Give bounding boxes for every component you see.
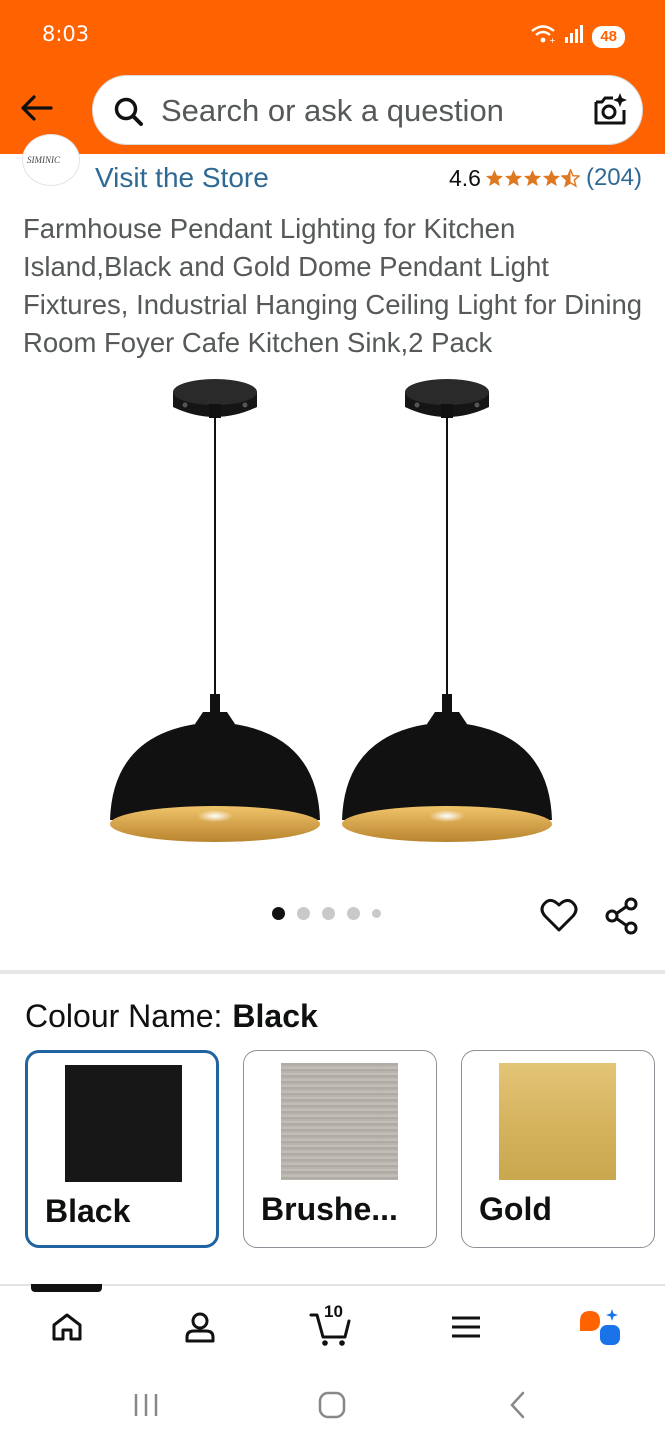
search-bar[interactable]: Search or ask a question <box>92 75 643 145</box>
wishlist-heart-icon[interactable] <box>540 897 578 938</box>
store-logo[interactable]: SIMINIC <box>22 134 80 186</box>
top-bar: Search or ask a question <box>0 70 665 154</box>
menu-icon[interactable] <box>441 1304 491 1350</box>
colour-option-black[interactable]: Black <box>25 1050 219 1248</box>
cart-count-badge: 10 <box>324 1302 343 1321</box>
swatch-image <box>65 1065 182 1182</box>
colour-option-gold[interactable]: Gold <box>461 1050 655 1248</box>
star-rating <box>485 168 580 188</box>
back-button[interactable] <box>16 88 56 128</box>
svg-text:+: + <box>549 36 556 44</box>
star-icon <box>504 169 523 186</box>
wifi-icon: + <box>530 24 556 49</box>
half-star-icon <box>560 168 580 188</box>
colour-option-brushed[interactable]: Brushe... <box>243 1050 437 1248</box>
search-input[interactable]: Search or ask a question <box>161 93 504 129</box>
carousel-dot[interactable] <box>272 907 285 920</box>
rufus-icon[interactable] <box>574 1304 624 1350</box>
visit-store-link[interactable]: Visit the Store <box>95 162 269 194</box>
section-divider <box>0 970 665 974</box>
colour-selected-value: Black <box>232 998 318 1034</box>
recent-apps-icon[interactable] <box>126 1388 166 1422</box>
colour-label: Colour Name: Black <box>25 998 318 1035</box>
store-logo-text: SIMINIC <box>27 155 60 165</box>
colour-label-text: Colour Name: <box>25 998 223 1034</box>
status-icons: + 48 <box>530 24 625 49</box>
swatch-label: Brushe... <box>261 1191 398 1227</box>
home-icon[interactable] <box>42 1304 92 1350</box>
arrow-left-icon <box>21 95 53 121</box>
pendant-light-left <box>110 379 320 842</box>
carousel-dot[interactable] <box>322 907 335 920</box>
swatch-label: Black <box>45 1193 131 1229</box>
star-icon <box>542 169 561 186</box>
home-button-icon[interactable] <box>312 1388 352 1422</box>
bottom-nav: 10 <box>0 1290 665 1360</box>
carousel-dot[interactable] <box>347 907 360 920</box>
rating-count[interactable]: (204) <box>586 164 642 192</box>
product-title: Farmhouse Pendant Lighting for Kitchen I… <box>23 213 643 358</box>
rating-summary[interactable]: 4.6 (204) <box>449 164 642 192</box>
signal-icon <box>564 25 584 48</box>
image-carousel-dots[interactable] <box>272 907 381 920</box>
swatch-image <box>499 1063 616 1180</box>
camera-sparkle-icon[interactable] <box>592 92 628 133</box>
carousel-dot[interactable] <box>372 909 381 918</box>
pendant-light-right <box>342 379 552 842</box>
search-icon <box>113 96 145 133</box>
star-icon <box>523 169 542 186</box>
status-time: 8:03 <box>42 22 90 46</box>
product-image[interactable] <box>85 372 580 852</box>
cart-icon[interactable]: 10 <box>306 1302 356 1350</box>
battery-icon: 48 <box>592 25 625 48</box>
swatch-label: Gold <box>479 1191 552 1227</box>
status-bar: 8:03 + 48 <box>0 0 665 70</box>
star-icon <box>485 169 504 186</box>
account-icon[interactable] <box>175 1304 225 1350</box>
rating-value: 4.6 <box>448 164 481 191</box>
system-nav <box>0 1370 665 1440</box>
back-button-icon[interactable] <box>498 1388 538 1422</box>
swatch-image <box>281 1063 398 1180</box>
store-row: SIMINIC Visit the Store 4.6 (204) <box>0 134 665 200</box>
share-icon[interactable] <box>604 897 640 940</box>
carousel-dot[interactable] <box>297 907 310 920</box>
